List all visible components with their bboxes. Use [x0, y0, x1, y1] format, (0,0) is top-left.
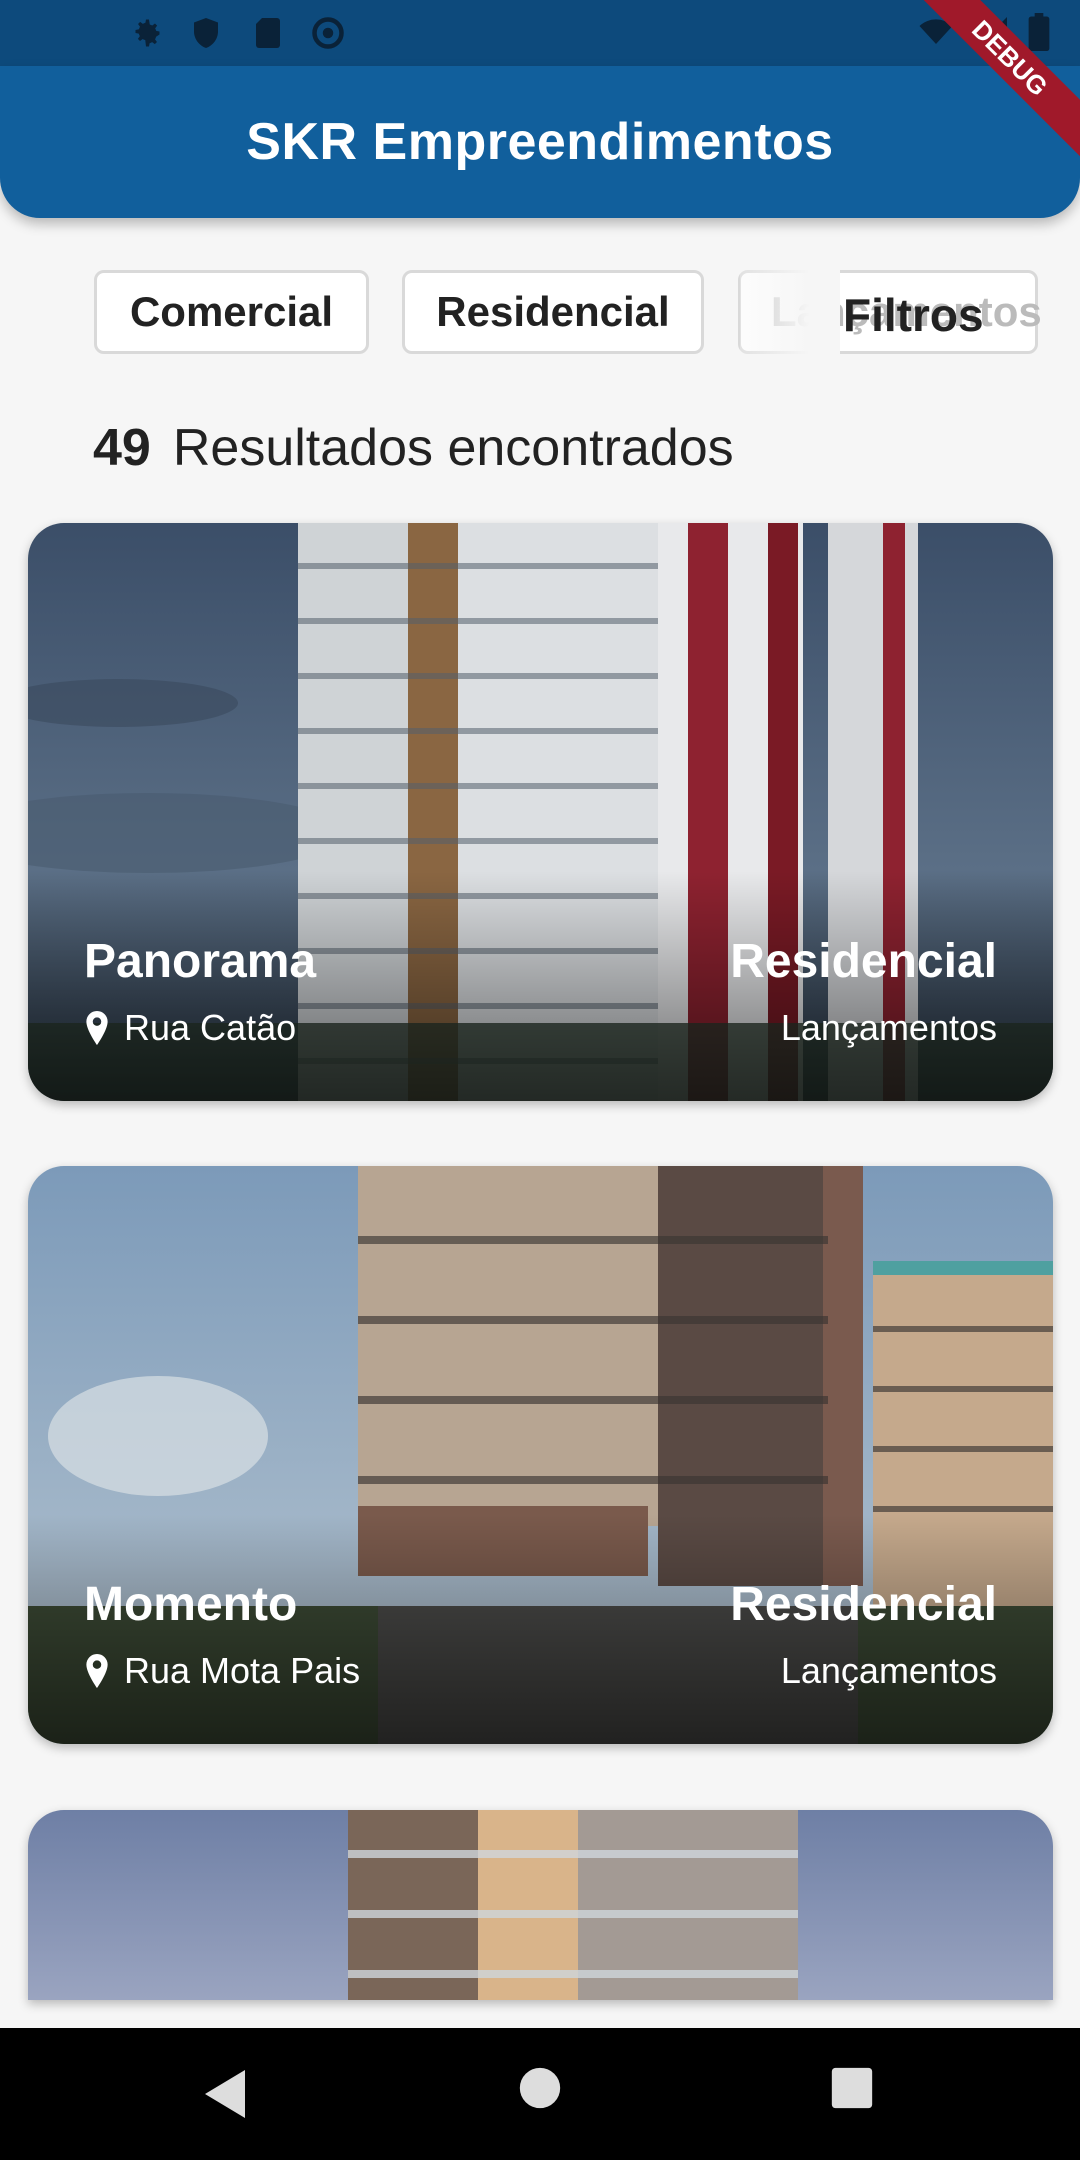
filters-button[interactable]: Filtros [843, 288, 984, 342]
back-icon[interactable] [200, 2066, 250, 2122]
listing-address-text: Rua Mota Pais [124, 1650, 361, 1691]
app-title: SKR Empreendimentos [246, 113, 834, 171]
location-pin-icon [86, 1011, 108, 1045]
listing-card[interactable]: Panorama Rua Catão Residencial Lançament… [28, 523, 1053, 1101]
listing-card[interactable] [28, 1810, 1053, 2000]
shield-icon [194, 18, 218, 48]
chip-residencial[interactable]: Residencial [402, 270, 704, 354]
wifi-icon [919, 19, 953, 44]
results-count: 49 [93, 419, 151, 477]
listing-type: Residencial [730, 1578, 997, 1631]
results-summary: 49 Resultados encontrados [93, 418, 734, 478]
chip-comercial[interactable]: Comercial [94, 270, 369, 354]
listing-stage: Lançamentos [780, 1007, 997, 1048]
sd-card-icon [256, 18, 280, 48]
at-sign-icon [312, 17, 344, 49]
home-icon[interactable] [518, 2066, 562, 2110]
listing-name: Panorama [84, 935, 317, 988]
listing-address-text: Rua Catão [124, 1007, 297, 1048]
listing-address: Rua Catão [84, 1007, 296, 1049]
listing-address: Rua Mota Pais [84, 1650, 360, 1692]
listing-name: Momento [84, 1578, 298, 1631]
building-photo [28, 1810, 1053, 2000]
listing-card[interactable]: Momento Rua Mota Pais Residencial Lançam… [28, 1166, 1053, 1744]
listing-stage: Lançamentos [780, 1650, 997, 1691]
battery-icon [1028, 13, 1050, 51]
signal-icon [977, 17, 1007, 47]
gear-icon [135, 19, 160, 47]
listing-type: Residencial [730, 935, 997, 988]
navigation-bar [0, 2028, 1080, 2160]
location-pin-icon [86, 1654, 108, 1688]
chip-fade-overlay [740, 270, 840, 354]
results-label: Resultados encontrados [172, 419, 734, 477]
status-bar [0, 0, 1080, 66]
app-bar: SKR Empreendimentos [0, 66, 1080, 218]
category-filter-bar: Comercial Residencial Lançamentos Filtro… [0, 270, 1080, 360]
recents-icon[interactable] [830, 2066, 874, 2110]
